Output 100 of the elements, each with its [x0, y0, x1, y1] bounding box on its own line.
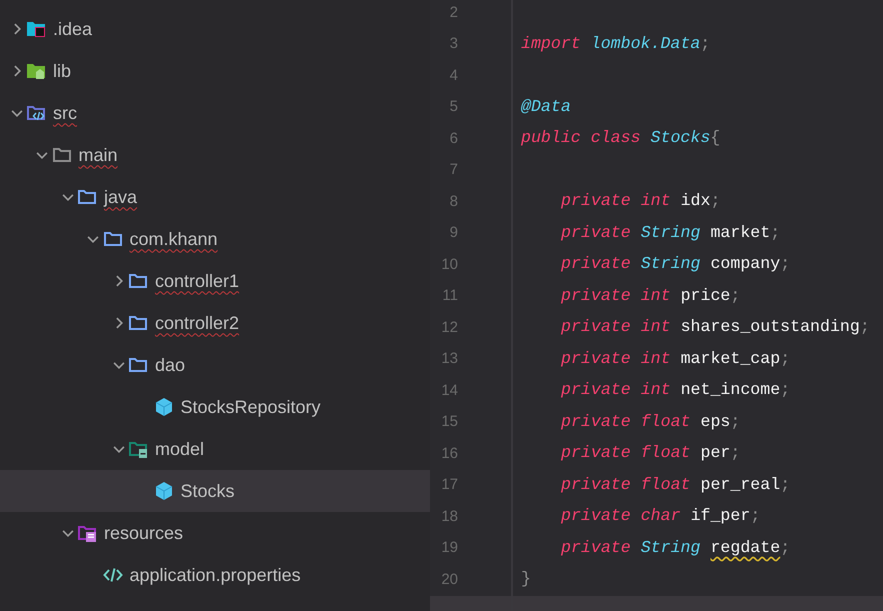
code-token: ;: [780, 379, 790, 402]
code-token: ;: [730, 284, 740, 307]
code-token: ;: [700, 32, 710, 55]
cube-icon: [154, 481, 174, 501]
code-token: ;: [780, 253, 790, 276]
code-token: ;: [750, 505, 760, 528]
code-token: company: [710, 253, 780, 276]
tree-item[interactable]: controller2: [0, 302, 430, 344]
line-number: 15: [440, 412, 458, 432]
code-token: per: [700, 442, 730, 464]
tree-item[interactable]: src: [0, 92, 430, 134]
code-token: shares_outstanding: [680, 316, 860, 338]
line-number: 9: [448, 223, 458, 243]
line-number: 18: [440, 506, 458, 526]
folder-icon: [128, 271, 148, 291]
code-token: idx: [680, 190, 710, 212]
folder-icon: [77, 187, 97, 207]
code-token: import: [521, 32, 581, 55]
folder-icon: [128, 439, 148, 459]
code-token: int: [640, 379, 671, 402]
code-token: int: [640, 348, 671, 370]
tree-item[interactable]: com.khann: [0, 218, 430, 260]
tree-item[interactable]: main: [0, 134, 430, 176]
line-number: 13: [440, 349, 458, 369]
line-number: 19: [440, 538, 458, 558]
tree-item[interactable]: model: [0, 428, 430, 470]
code-token: }: [521, 568, 531, 590]
code-token: per_real: [700, 474, 780, 496]
code-token: if_per: [690, 505, 750, 528]
code-token: price: [680, 284, 730, 307]
line-number: 8: [448, 192, 458, 212]
code-token: private: [561, 536, 631, 559]
code-token: Stocks: [650, 127, 710, 150]
tree-item[interactable]: java: [0, 176, 430, 218]
tree-item[interactable]: .idea: [0, 8, 430, 50]
code-token: private: [561, 190, 631, 212]
code-token: private: [561, 284, 631, 307]
line-number: 11: [441, 286, 458, 306]
tree-item[interactable]: dao: [0, 344, 430, 386]
line-number: 5: [448, 97, 458, 117]
code-token: int: [640, 190, 671, 212]
code-token: @Data: [521, 96, 571, 118]
code-token: private: [561, 222, 631, 244]
code-token: private: [561, 474, 631, 496]
code-token: ;: [780, 536, 790, 559]
code-token: market_cap: [680, 348, 780, 370]
code-token: ;: [770, 222, 780, 244]
line-number: 6: [448, 128, 458, 148]
code-token: String: [640, 253, 700, 276]
tree-item[interactable]: StocksRepository: [0, 386, 430, 428]
folder-icon: [52, 145, 72, 165]
code-token: lombok.Data: [590, 32, 700, 55]
code-token: ;: [730, 442, 740, 464]
code-token: market: [710, 222, 770, 244]
code-token: float: [640, 474, 691, 496]
code-token: String: [640, 222, 700, 244]
code-token: private: [561, 410, 631, 433]
line-number: 2: [448, 2, 458, 22]
line-number: 7: [448, 160, 458, 180]
line-number: 20: [440, 570, 458, 590]
code-token: {: [710, 127, 720, 150]
line-number: 14: [440, 380, 458, 400]
tree-item[interactable]: controller1: [0, 260, 430, 302]
code-token: private: [561, 505, 631, 528]
code-token: private: [561, 253, 631, 276]
code-token: float: [640, 410, 691, 433]
code-token: ;: [780, 474, 790, 496]
folder-icon: [26, 103, 46, 123]
cube-icon: [154, 397, 174, 417]
line-number: 17: [440, 475, 458, 495]
folder-icon: [26, 61, 46, 81]
code-token: class: [590, 127, 641, 150]
folder-icon: [77, 523, 97, 543]
code-token: int: [640, 284, 671, 307]
code-token: regdate: [710, 536, 780, 559]
tree-item[interactable]: resources: [0, 512, 430, 554]
code-token: private: [561, 316, 631, 338]
folder-icon: [128, 355, 148, 375]
code-token: net_income: [680, 379, 780, 402]
folder-icon: [128, 313, 148, 333]
code-token: ;: [710, 190, 720, 212]
code-token: int: [640, 316, 671, 338]
code-token: private: [561, 379, 631, 402]
line-number: 3: [448, 34, 458, 54]
code-token: public: [521, 127, 581, 150]
line-number: 12: [440, 318, 458, 338]
code-token: String: [640, 536, 700, 559]
code-token: ;: [730, 410, 740, 433]
code-token: private: [561, 348, 631, 370]
folder-icon: [102, 229, 122, 249]
folder-icon: [26, 19, 46, 39]
tree-item[interactable]: application.properties: [0, 554, 430, 596]
tree-item[interactable]: lib: [0, 50, 430, 92]
tree-item[interactable]: Stocks: [0, 470, 430, 512]
code-token: private: [561, 442, 631, 464]
code-token: eps: [700, 410, 730, 433]
code-token: ;: [860, 316, 870, 338]
code-token: float: [640, 442, 691, 464]
code-token: char: [640, 505, 681, 528]
code-token: ;: [780, 348, 790, 370]
